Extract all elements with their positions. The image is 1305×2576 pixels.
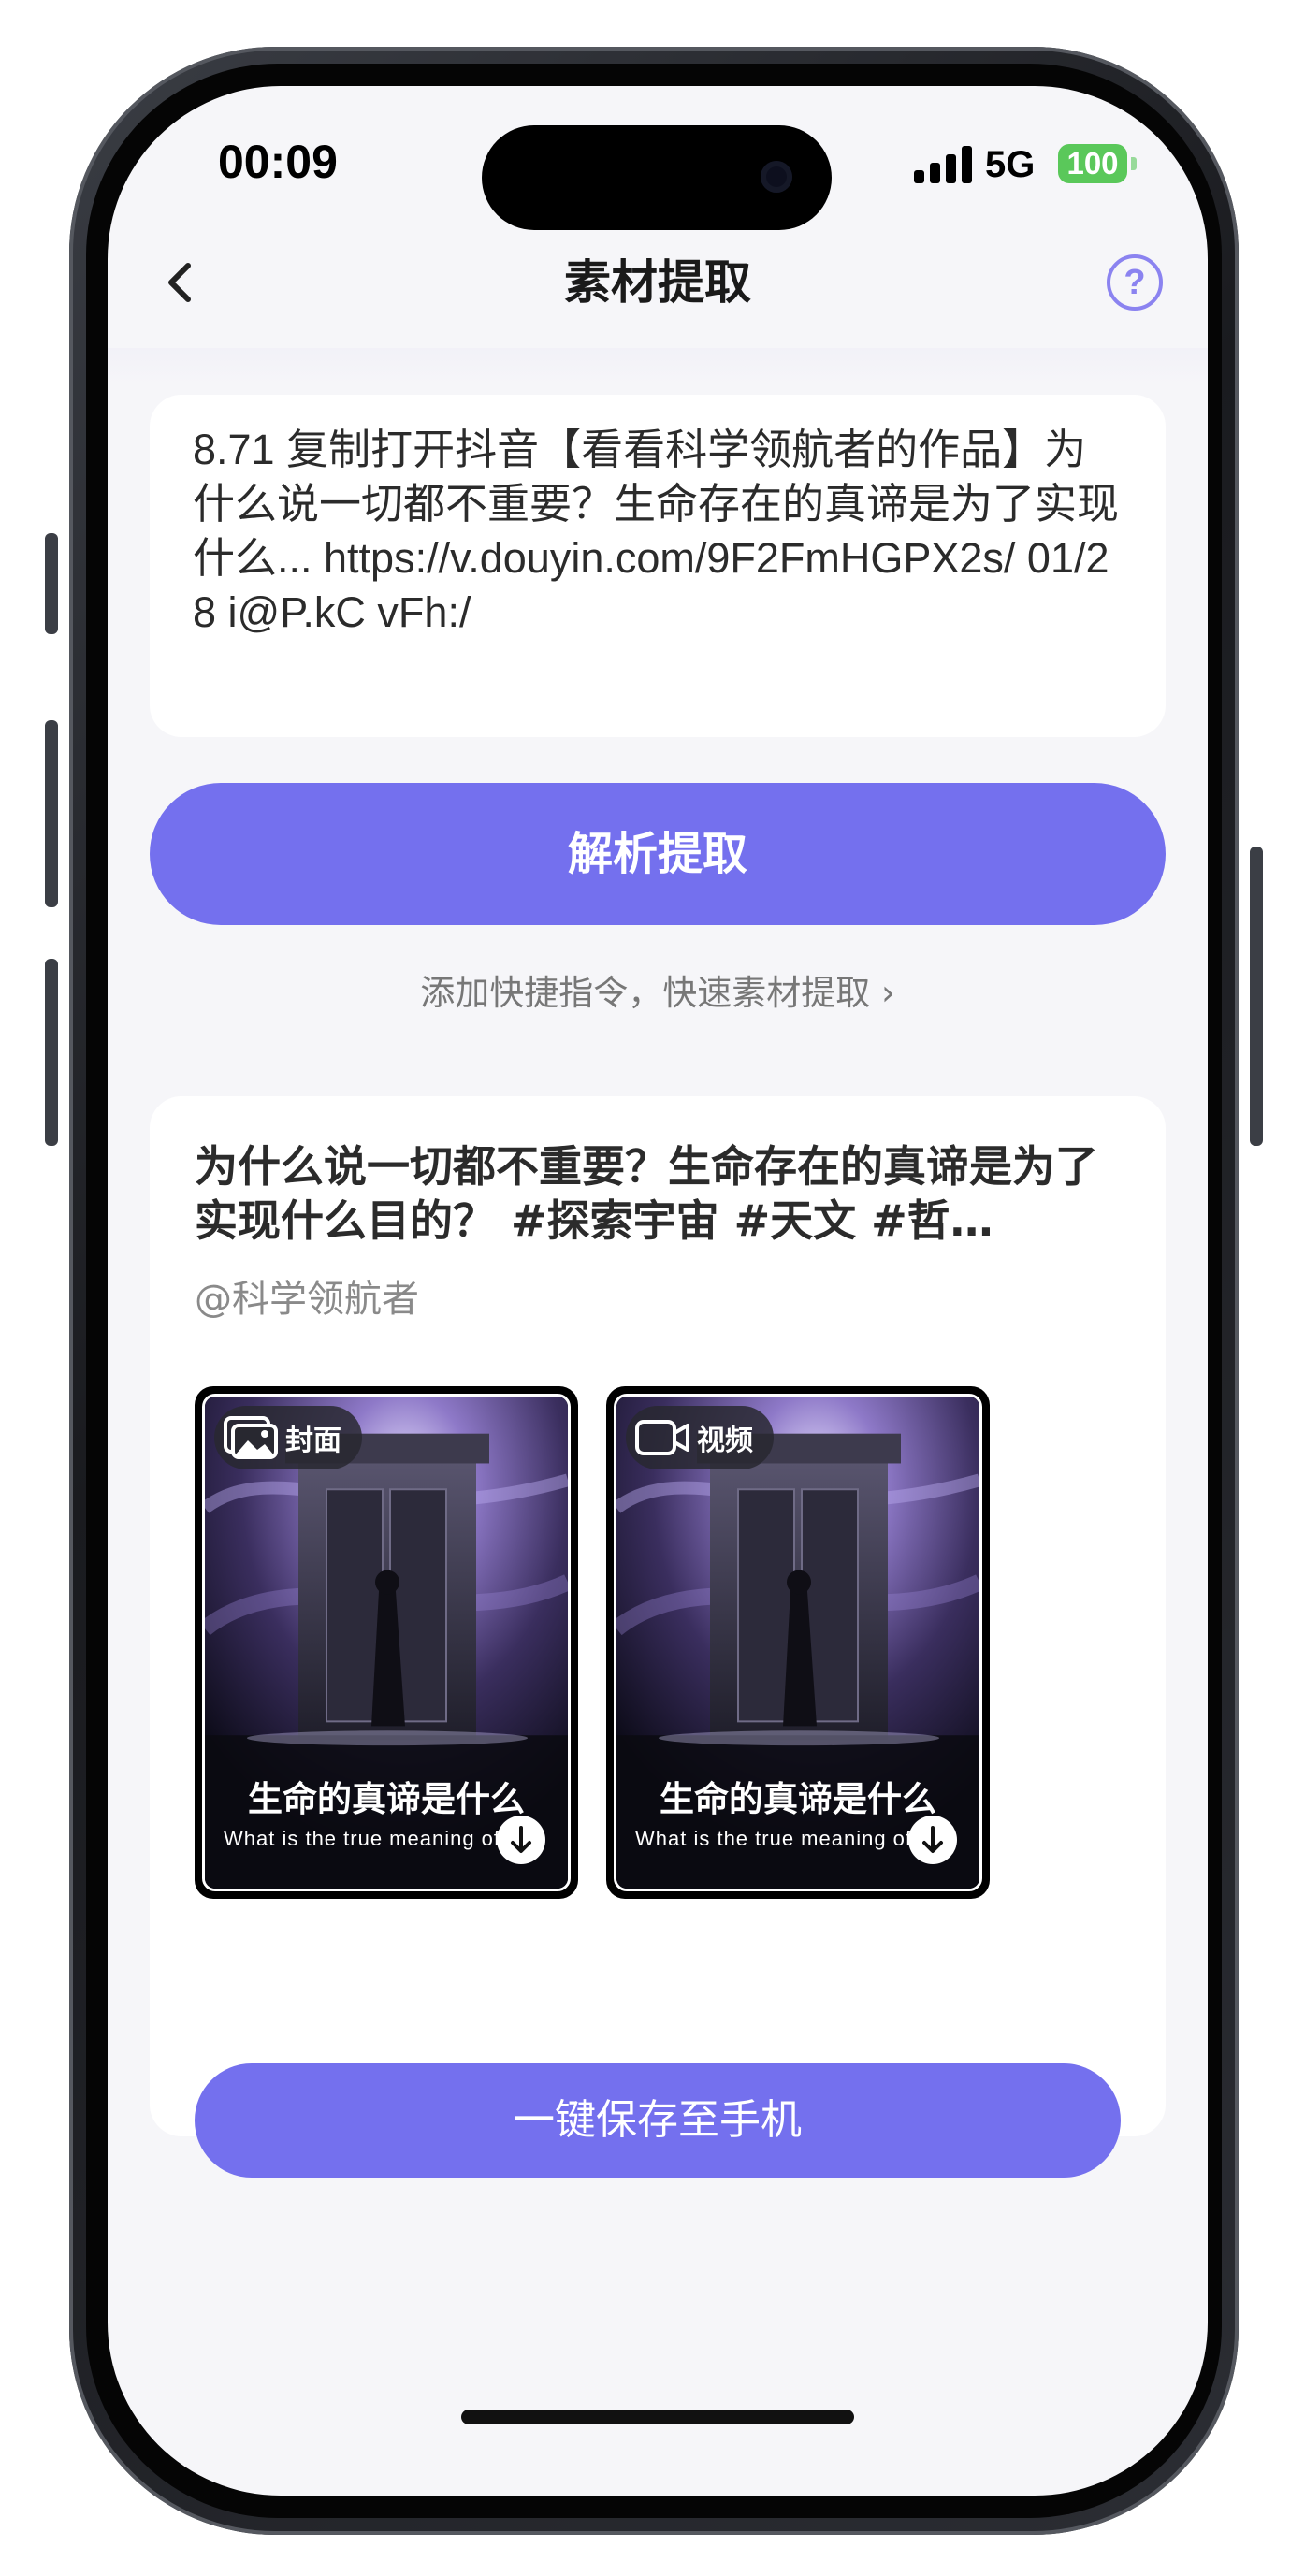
save-to-phone-button[interactable]: 一键保存至手机 bbox=[195, 2063, 1121, 2178]
video-subcaption: What is the true meaning of life bbox=[635, 1827, 950, 1850]
question-circle-icon[interactable]: ? bbox=[1107, 254, 1163, 311]
add-shortcut-link[interactable]: 添加快捷指令，快速素材提取 › bbox=[108, 970, 1208, 1017]
result-card: 为什么说一切都不重要？生命存在的真谛是为了实现什么目的？ #探索宇宙 #天文 #… bbox=[150, 1096, 1166, 2178]
download-icon[interactable] bbox=[497, 1816, 545, 1864]
screen: 00:09 5G 100 素材提取 ? 8.71 复制打开抖音【看看科学领航者的… bbox=[108, 86, 1208, 2496]
video-thumbnail[interactable]: 视频 生命的真谛是什么 What is the true meaning of … bbox=[606, 1386, 990, 1899]
signal-icon bbox=[914, 146, 972, 183]
image-icon bbox=[224, 1416, 278, 1459]
battery-icon: 100 bbox=[1058, 144, 1127, 183]
volume-up-button bbox=[45, 720, 58, 907]
nav-divider bbox=[108, 348, 1208, 385]
dynamic-island bbox=[482, 125, 832, 230]
link-input-value: 8.71 复制打开抖音【看看科学领航者的作品】为什么说一切都不重要？生命存在的真… bbox=[193, 426, 1120, 636]
cover-badge-label: 封面 bbox=[285, 1425, 341, 1457]
power-button bbox=[1250, 847, 1263, 1146]
network-type: 5G bbox=[985, 144, 1036, 185]
parse-extract-button[interactable]: 解析提取 bbox=[150, 783, 1166, 925]
status-time: 00:09 bbox=[218, 136, 338, 188]
cover-caption: 生命的真谛是什么 bbox=[248, 1779, 525, 1819]
page-title: 素材提取 bbox=[564, 255, 751, 310]
result-title: 为什么说一切都不重要？生命存在的真谛是为了实现什么目的？ #探索宇宙 #天文 #… bbox=[195, 1141, 1098, 1246]
cover-thumbnail[interactable]: 封面 生命的真谛是什么 What is the true meaning of … bbox=[195, 1386, 578, 1899]
video-badge-label: 视频 bbox=[697, 1425, 753, 1457]
thumbnail-frame: 封面 生命的真谛是什么 What is the true meaning of … bbox=[202, 1394, 571, 1891]
thumbnail-frame: 视频 生命的真谛是什么 What is the true meaning of … bbox=[614, 1394, 982, 1891]
video-badge: 视频 bbox=[626, 1406, 774, 1469]
volume-down-button bbox=[45, 959, 58, 1146]
video-icon bbox=[635, 1420, 689, 1455]
front-camera bbox=[761, 161, 792, 193]
cover-subcaption: What is the true meaning of life bbox=[224, 1827, 538, 1850]
home-indicator[interactable] bbox=[461, 2410, 854, 2424]
cover-badge: 封面 bbox=[214, 1406, 362, 1469]
battery-tip bbox=[1131, 157, 1137, 170]
download-icon[interactable] bbox=[908, 1816, 957, 1864]
result-author: @科学领航者 bbox=[195, 1278, 419, 1321]
link-input-field[interactable]: 8.71 复制打开抖音【看看科学领航者的作品】为什么说一切都不重要？生命存在的真… bbox=[150, 395, 1166, 737]
video-caption: 生命的真谛是什么 bbox=[660, 1779, 936, 1819]
action-button bbox=[45, 533, 58, 634]
